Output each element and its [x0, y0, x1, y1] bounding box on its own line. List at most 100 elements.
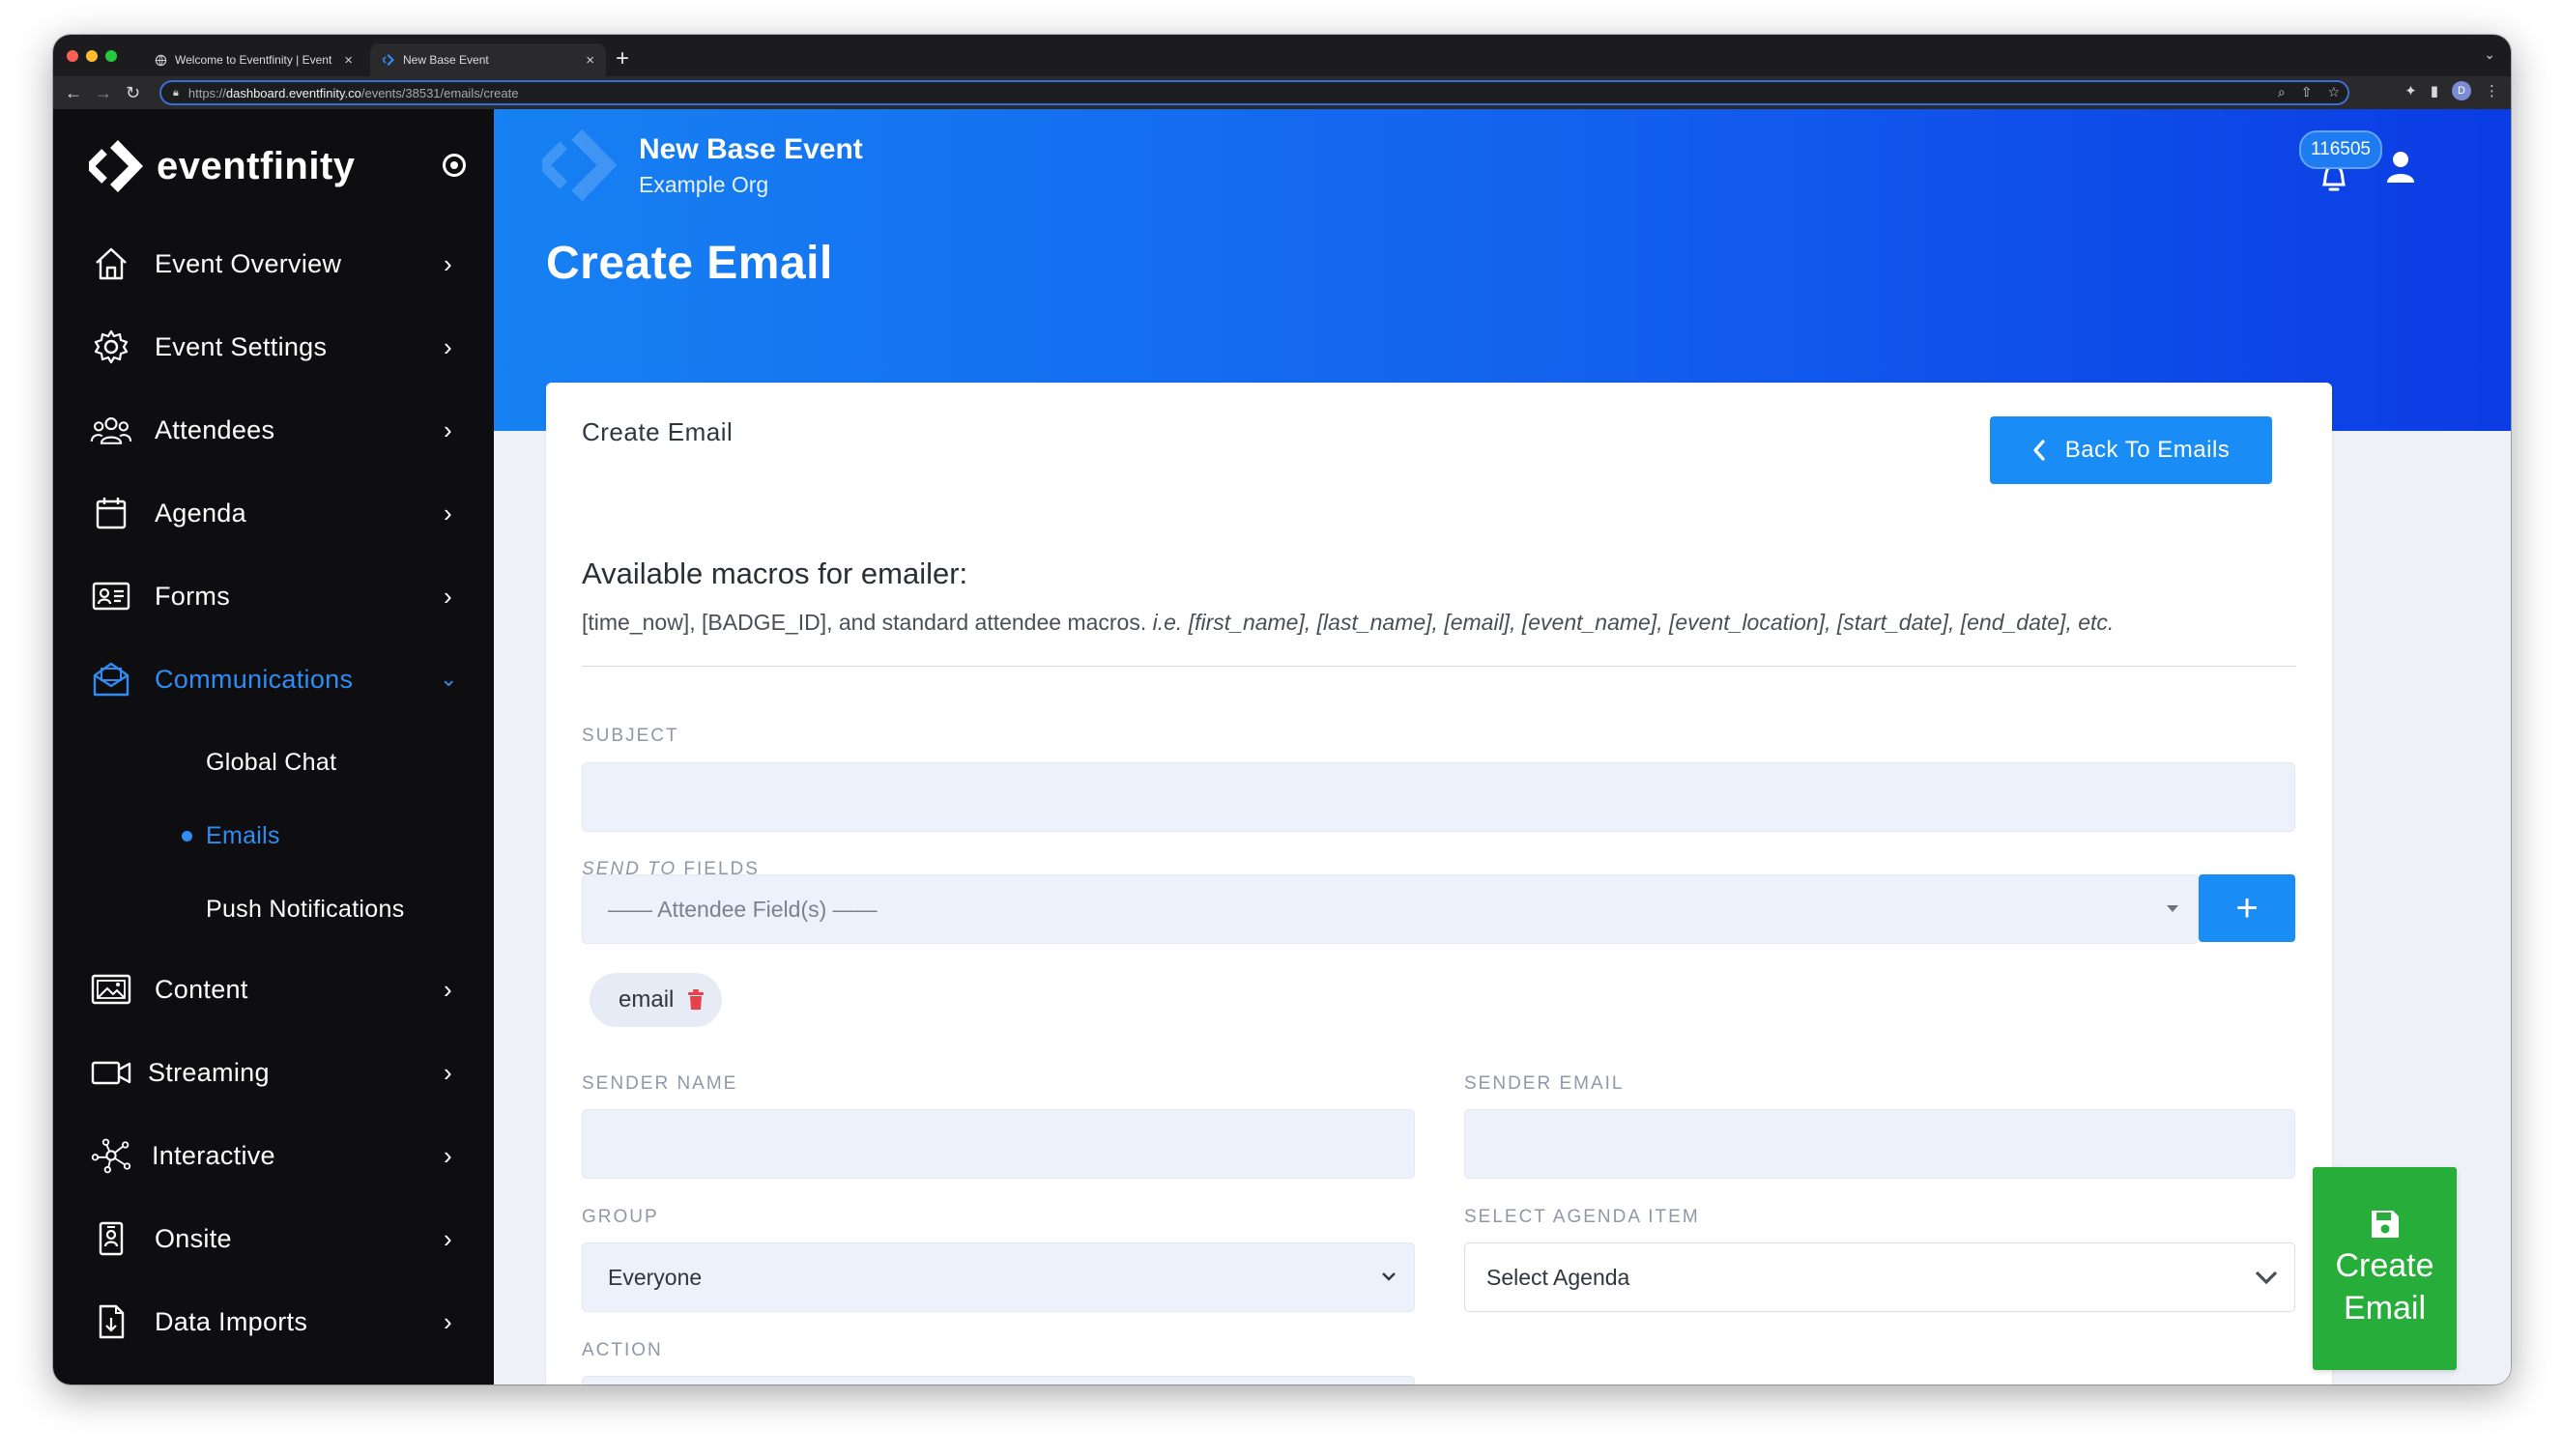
- sidebar-subitem-push-notifications[interactable]: Push Notifications: [53, 880, 494, 938]
- create-email-label-line1: Create: [2335, 1247, 2434, 1284]
- file-import-icon: [90, 1300, 132, 1343]
- add-send-to-field-button[interactable]: +: [2199, 874, 2295, 942]
- sidebar-item-forms[interactable]: Forms ›: [53, 555, 494, 638]
- brand-logo[interactable]: eventfinity: [89, 138, 356, 194]
- sidebar-subitem-emails[interactable]: Emails: [53, 807, 494, 865]
- trash-icon[interactable]: [687, 989, 705, 1011]
- forward-arrow-icon[interactable]: →: [95, 81, 112, 104]
- sidebar-item-label: Data Imports: [155, 1306, 308, 1336]
- attendee-field-select[interactable]: —— Attendee Field(s) ——: [582, 874, 2199, 944]
- agenda-label: SELECT AGENDA ITEM: [1464, 1207, 1700, 1227]
- group-select[interactable]: Everyone: [582, 1242, 1415, 1312]
- macros-description: [time_now], [BADGE_ID], and standard att…: [582, 610, 2115, 635]
- eventfinity-favicon-icon: [382, 53, 395, 67]
- create-email-button[interactable]: Create Email: [2313, 1167, 2457, 1370]
- close-tab-icon[interactable]: ×: [586, 52, 594, 69]
- chevron-right-icon: ›: [444, 581, 452, 611]
- chevron-down-icon: [2255, 1270, 2278, 1285]
- attendee-field-placeholder: —— Attendee Field(s) ——: [608, 896, 878, 922]
- chevron-right-icon: ›: [444, 974, 452, 1004]
- envelope-open-icon: [90, 658, 132, 700]
- browser-tab-new-base-event[interactable]: New Base Event ×: [370, 43, 606, 76]
- group-selected-value: Everyone: [608, 1264, 703, 1290]
- sidebar-item-onsite[interactable]: Onsite ›: [53, 1197, 494, 1280]
- macros-title: Available macros for emailer:: [582, 557, 968, 590]
- back-to-emails-button[interactable]: Back To Emails: [1990, 416, 2272, 484]
- chevron-right-icon: ›: [444, 498, 452, 528]
- close-tab-icon[interactable]: ×: [344, 52, 353, 69]
- agenda-select[interactable]: Select Agenda: [1464, 1242, 2295, 1312]
- sidebar-item-label: Content: [155, 974, 248, 1004]
- org-name: Example Org: [639, 172, 769, 197]
- tab-search-chevron-icon[interactable]: ⌄: [2484, 46, 2495, 63]
- sidebar-subitem-label: Global Chat: [206, 748, 337, 776]
- share-icon[interactable]: ⇧: [2301, 84, 2313, 100]
- sidebar-toggle-button[interactable]: [443, 154, 466, 177]
- action-select[interactable]: [582, 1376, 1415, 1385]
- sidebar-item-interactive[interactable]: Interactive ›: [53, 1114, 494, 1197]
- globe-icon: [154, 53, 167, 67]
- back-to-emails-label: Back To Emails: [2064, 437, 2231, 463]
- notification-count-badge[interactable]: 116505: [2299, 130, 2382, 169]
- sidebar-item-label: Communications: [155, 664, 354, 694]
- active-dot-icon: [182, 830, 192, 842]
- network-icon: [90, 1134, 132, 1177]
- images-icon: [90, 968, 132, 1011]
- sender-email-input[interactable]: [1464, 1109, 2295, 1179]
- caret-down-icon: [2167, 905, 2178, 912]
- brand-name: eventfinity: [157, 144, 356, 187]
- id-card-icon: [90, 575, 132, 617]
- sender-name-input[interactable]: [582, 1109, 1415, 1179]
- chevron-right-icon: ›: [444, 1057, 452, 1087]
- sidebar-item-label: Event Settings: [155, 331, 328, 361]
- extensions-puzzle-icon[interactable]: ✦: [2405, 82, 2417, 100]
- app: eventfinity Event Overview › Event Setti…: [53, 109, 2511, 1385]
- main-content: New Base Event Example Org 116505 Create…: [494, 109, 2511, 1385]
- address-bar[interactable]: 🔒︎ https://dashboard.eventfinity.co/even…: [159, 80, 2349, 105]
- sidebar-subitem-label: Emails: [206, 821, 280, 849]
- chevron-right-icon: ›: [444, 1306, 452, 1336]
- subject-input[interactable]: [582, 762, 2295, 832]
- bookmark-star-icon[interactable]: ☆: [2327, 84, 2340, 100]
- zoom-window-button[interactable]: [105, 50, 117, 62]
- user-menu-button[interactable]: [2379, 146, 2422, 188]
- sidebar-item-content[interactable]: Content ›: [53, 948, 494, 1031]
- sidebar-item-label: Interactive: [152, 1140, 275, 1170]
- sidebar-item-label: Agenda: [155, 498, 246, 528]
- minimize-window-button[interactable]: [86, 50, 98, 62]
- chevron-down-icon: [1382, 1272, 1396, 1281]
- sidebar-item-communications[interactable]: Communications ⌄: [53, 638, 494, 721]
- save-icon: [2371, 1211, 2399, 1238]
- sidebar-item-label: Onsite: [155, 1223, 232, 1253]
- sidebar-item-attendees[interactable]: Attendees ›: [53, 388, 494, 471]
- back-arrow-icon[interactable]: ←: [65, 81, 82, 104]
- gear-icon: [90, 326, 132, 368]
- chevron-right-icon: ›: [444, 331, 452, 361]
- sidebar-item-agenda[interactable]: Agenda ›: [53, 471, 494, 555]
- reload-icon[interactable]: ↻: [126, 81, 140, 104]
- sender-name-label: SENDER NAME: [582, 1073, 738, 1094]
- sidebar-item-event-overview[interactable]: Event Overview ›: [53, 222, 494, 305]
- profile-avatar[interactable]: D: [2452, 81, 2471, 100]
- browser-tab-strip: Welcome to Eventfinity | Event × New Bas…: [53, 35, 2511, 76]
- sidebar-item-streaming[interactable]: Streaming ›: [53, 1031, 494, 1114]
- new-tab-button[interactable]: +: [616, 45, 629, 72]
- sidebar-item-data-imports[interactable]: Data Imports ›: [53, 1280, 494, 1363]
- browser-tab-welcome[interactable]: Welcome to Eventfinity | Event ×: [142, 43, 364, 76]
- chevron-right-icon: ›: [444, 1223, 452, 1253]
- sidebar-item-label: Streaming: [148, 1057, 270, 1087]
- action-label: ACTION: [582, 1340, 663, 1360]
- sidebar-item-event-settings[interactable]: Event Settings ›: [53, 305, 494, 388]
- browser-menu-icon[interactable]: ⋮: [2485, 82, 2499, 100]
- page-title: Create Email: [546, 238, 833, 289]
- close-window-button[interactable]: [67, 50, 78, 62]
- side-panel-icon[interactable]: ▮: [2431, 82, 2438, 100]
- zoom-icon[interactable]: ⌕: [2278, 84, 2286, 100]
- chevron-right-icon: ›: [444, 248, 452, 278]
- event-name[interactable]: New Base Event: [639, 133, 863, 166]
- calendar-icon: [90, 492, 132, 534]
- sidebar-subitem-global-chat[interactable]: Global Chat: [53, 733, 494, 791]
- sender-email-label: SENDER EMAIL: [1464, 1073, 1625, 1094]
- home-icon: [90, 243, 132, 285]
- browser-tab-title: Welcome to Eventfinity | Event: [175, 53, 332, 67]
